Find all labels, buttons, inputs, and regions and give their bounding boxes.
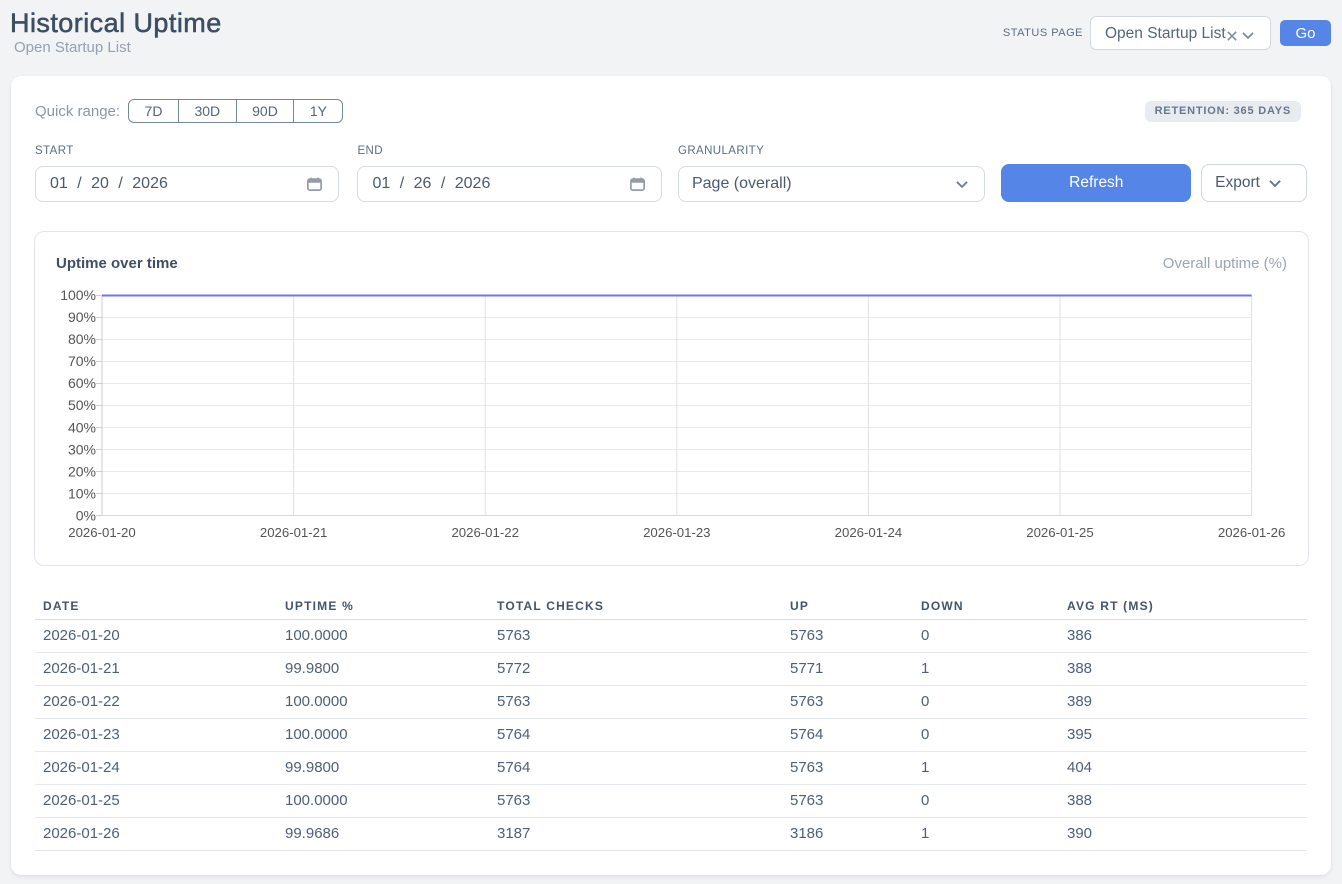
svg-text:2026-01-24: 2026-01-24 — [835, 525, 902, 540]
svg-text:60%: 60% — [68, 375, 96, 391]
svg-text:2026-01-20: 2026-01-20 — [68, 525, 135, 540]
svg-text:2026-01-22: 2026-01-22 — [451, 525, 518, 540]
svg-text:20%: 20% — [68, 463, 96, 479]
svg-text:2026-01-26: 2026-01-26 — [1218, 525, 1285, 540]
svg-text:2026-01-21: 2026-01-21 — [260, 525, 327, 540]
svg-text:90%: 90% — [68, 309, 96, 325]
svg-text:0%: 0% — [76, 508, 96, 524]
svg-text:30%: 30% — [68, 441, 96, 457]
svg-text:70%: 70% — [68, 353, 96, 369]
svg-text:10%: 10% — [68, 486, 96, 502]
svg-text:80%: 80% — [68, 331, 96, 347]
svg-text:100%: 100% — [60, 287, 96, 303]
svg-text:2026-01-23: 2026-01-23 — [643, 525, 710, 540]
svg-text:2026-01-25: 2026-01-25 — [1026, 525, 1093, 540]
svg-text:50%: 50% — [68, 397, 96, 413]
svg-text:40%: 40% — [68, 419, 96, 435]
